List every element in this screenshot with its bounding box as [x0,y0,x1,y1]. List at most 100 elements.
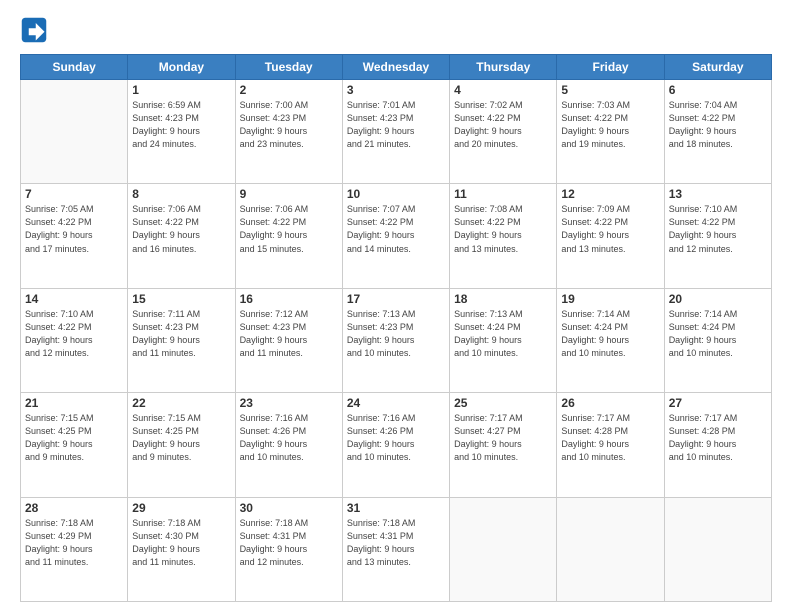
calendar-cell: 16Sunrise: 7:12 AM Sunset: 4:23 PM Dayli… [235,288,342,392]
day-info: Sunrise: 7:06 AM Sunset: 4:22 PM Dayligh… [132,203,230,255]
day-number: 25 [454,396,552,410]
calendar-week-row: 1 Sunrise: 6:59 AM Sunset: 4:23 PM Daylig… [21,80,772,184]
calendar-cell: 17Sunrise: 7:13 AM Sunset: 4:23 PM Dayli… [342,288,449,392]
day-number: 3 [347,83,445,97]
calendar-cell: 22 Sunrise: 7:15 AM Sunset: 4:25 PM Dayli… [128,393,235,497]
calendar-day-header: Saturday [664,55,771,80]
calendar-week-row: 21 Sunrise: 7:15 AM Sunset: 4:25 PM Dayli… [21,393,772,497]
calendar-cell: 7 Sunrise: 7:05 AM Sunset: 4:22 PM Daylig… [21,184,128,288]
day-number: 20 [669,292,767,306]
day-number: 26 [561,396,659,410]
day-info: Sunrise: 7:06 AM Sunset: 4:22 PM Dayligh… [240,203,338,255]
day-number: 24 [347,396,445,410]
calendar-day-header: Sunday [21,55,128,80]
calendar-cell: 21 Sunrise: 7:15 AM Sunset: 4:25 PM Dayli… [21,393,128,497]
day-info: Sunrise: 7:17 AM Sunset: 4:27 PM Dayligh… [454,412,552,464]
day-number: 19 [561,292,659,306]
day-number: 7 [25,187,123,201]
calendar-day-header: Monday [128,55,235,80]
calendar-cell: 27 Sunrise: 7:17 AM Sunset: 4:28 PM Dayli… [664,393,771,497]
day-info: Sunrise: 6:59 AM Sunset: 4:23 PM Dayligh… [132,99,230,151]
day-number: 11 [454,187,552,201]
calendar-week-row: 7 Sunrise: 7:05 AM Sunset: 4:22 PM Daylig… [21,184,772,288]
calendar-cell [664,497,771,601]
calendar-day-header: Tuesday [235,55,342,80]
page: SundayMondayTuesdayWednesdayThursdayFrid… [0,0,792,612]
calendar-week-row: 28 Sunrise: 7:18 AM Sunset: 4:29 PM Dayli… [21,497,772,601]
day-info: Sunrise: 7:13 AM Sunset: 4:24 PM Dayligh… [454,308,552,360]
day-number: 27 [669,396,767,410]
calendar-cell: 31Sunrise: 7:18 AM Sunset: 4:31 PM Dayli… [342,497,449,601]
day-info: Sunrise: 7:05 AM Sunset: 4:22 PM Dayligh… [25,203,123,255]
calendar-cell: 4Sunrise: 7:02 AM Sunset: 4:22 PM Daylig… [450,80,557,184]
calendar-day-header: Friday [557,55,664,80]
calendar-cell: 19 Sunrise: 7:14 AM Sunset: 4:24 PM Dayli… [557,288,664,392]
day-info: Sunrise: 7:08 AM Sunset: 4:22 PM Dayligh… [454,203,552,255]
day-info: Sunrise: 7:07 AM Sunset: 4:22 PM Dayligh… [347,203,445,255]
day-info: Sunrise: 7:01 AM Sunset: 4:23 PM Dayligh… [347,99,445,151]
calendar-cell: 5Sunrise: 7:03 AM Sunset: 4:22 PM Daylig… [557,80,664,184]
calendar-cell: 25 Sunrise: 7:17 AM Sunset: 4:27 PM Dayli… [450,393,557,497]
day-number: 6 [669,83,767,97]
calendar-cell: 13 Sunrise: 7:10 AM Sunset: 4:22 PM Dayli… [664,184,771,288]
day-info: Sunrise: 7:18 AM Sunset: 4:29 PM Dayligh… [25,517,123,569]
calendar-cell [21,80,128,184]
day-number: 1 [132,83,230,97]
day-number: 31 [347,501,445,515]
calendar-cell: 30 Sunrise: 7:18 AM Sunset: 4:31 PM Dayli… [235,497,342,601]
calendar-cell: 23Sunrise: 7:16 AM Sunset: 4:26 PM Dayli… [235,393,342,497]
calendar-cell: 6 Sunrise: 7:04 AM Sunset: 4:22 PM Daylig… [664,80,771,184]
day-info: Sunrise: 7:15 AM Sunset: 4:25 PM Dayligh… [25,412,123,464]
day-info: Sunrise: 7:15 AM Sunset: 4:25 PM Dayligh… [132,412,230,464]
day-info: Sunrise: 7:13 AM Sunset: 4:23 PM Dayligh… [347,308,445,360]
calendar-cell [450,497,557,601]
day-number: 28 [25,501,123,515]
day-info: Sunrise: 7:00 AM Sunset: 4:23 PM Dayligh… [240,99,338,151]
calendar-cell: 8 Sunrise: 7:06 AM Sunset: 4:22 PM Daylig… [128,184,235,288]
calendar-table: SundayMondayTuesdayWednesdayThursdayFrid… [20,54,772,602]
calendar-cell: 15Sunrise: 7:11 AM Sunset: 4:23 PM Dayli… [128,288,235,392]
calendar-week-row: 14 Sunrise: 7:10 AM Sunset: 4:22 PM Dayli… [21,288,772,392]
calendar-cell: 14 Sunrise: 7:10 AM Sunset: 4:22 PM Dayli… [21,288,128,392]
header [20,16,772,44]
day-number: 2 [240,83,338,97]
day-info: Sunrise: 7:18 AM Sunset: 4:30 PM Dayligh… [132,517,230,569]
day-info: Sunrise: 7:10 AM Sunset: 4:22 PM Dayligh… [25,308,123,360]
calendar-cell: 20Sunrise: 7:14 AM Sunset: 4:24 PM Dayli… [664,288,771,392]
logo-icon [20,16,48,44]
day-info: Sunrise: 7:02 AM Sunset: 4:22 PM Dayligh… [454,99,552,151]
day-number: 23 [240,396,338,410]
day-info: Sunrise: 7:18 AM Sunset: 4:31 PM Dayligh… [240,517,338,569]
day-info: Sunrise: 7:17 AM Sunset: 4:28 PM Dayligh… [669,412,767,464]
calendar-cell: 2 Sunrise: 7:00 AM Sunset: 4:23 PM Daylig… [235,80,342,184]
day-info: Sunrise: 7:16 AM Sunset: 4:26 PM Dayligh… [347,412,445,464]
day-info: Sunrise: 7:04 AM Sunset: 4:22 PM Dayligh… [669,99,767,151]
day-number: 13 [669,187,767,201]
day-info: Sunrise: 7:10 AM Sunset: 4:22 PM Dayligh… [669,203,767,255]
day-number: 18 [454,292,552,306]
calendar-cell [557,497,664,601]
calendar-day-header: Wednesday [342,55,449,80]
calendar-header-row: SundayMondayTuesdayWednesdayThursdayFrid… [21,55,772,80]
day-number: 21 [25,396,123,410]
day-info: Sunrise: 7:03 AM Sunset: 4:22 PM Dayligh… [561,99,659,151]
calendar-cell: 3 Sunrise: 7:01 AM Sunset: 4:23 PM Daylig… [342,80,449,184]
day-info: Sunrise: 7:14 AM Sunset: 4:24 PM Dayligh… [561,308,659,360]
calendar-cell: 11 Sunrise: 7:08 AM Sunset: 4:22 PM Dayli… [450,184,557,288]
day-info: Sunrise: 7:12 AM Sunset: 4:23 PM Dayligh… [240,308,338,360]
calendar-cell: 9 Sunrise: 7:06 AM Sunset: 4:22 PM Daylig… [235,184,342,288]
day-number: 14 [25,292,123,306]
calendar-cell: 26Sunrise: 7:17 AM Sunset: 4:28 PM Dayli… [557,393,664,497]
calendar-cell: 18 Sunrise: 7:13 AM Sunset: 4:24 PM Dayli… [450,288,557,392]
calendar-cell: 1 Sunrise: 6:59 AM Sunset: 4:23 PM Daylig… [128,80,235,184]
day-number: 12 [561,187,659,201]
calendar-cell: 29 Sunrise: 7:18 AM Sunset: 4:30 PM Dayli… [128,497,235,601]
calendar-cell: 12Sunrise: 7:09 AM Sunset: 4:22 PM Dayli… [557,184,664,288]
day-number: 29 [132,501,230,515]
day-number: 15 [132,292,230,306]
day-number: 8 [132,187,230,201]
day-number: 30 [240,501,338,515]
day-number: 9 [240,187,338,201]
day-number: 22 [132,396,230,410]
calendar-cell: 28 Sunrise: 7:18 AM Sunset: 4:29 PM Dayli… [21,497,128,601]
